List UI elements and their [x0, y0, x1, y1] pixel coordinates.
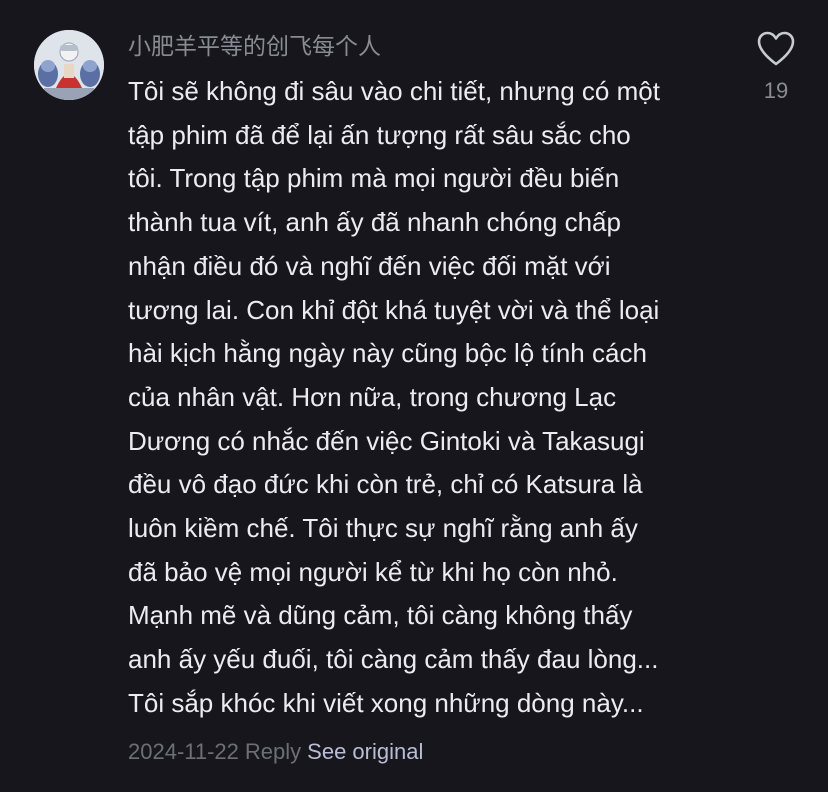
comment-footer: 2024-11-22 Reply See original — [128, 736, 423, 768]
username[interactable]: 小肥羊平等的创飞每个人 — [128, 30, 381, 62]
comment-line: hài kịch hằng ngày này cũng bộc lộ tính … — [128, 338, 647, 369]
comment-date: 2024-11-22 — [128, 739, 239, 764]
comment-line: nhận điều đó và nghĩ đến việc đối mặt vớ… — [128, 250, 611, 281]
comment-line: Mạnh mẽ và dũng cảm, tôi càng không thấy — [128, 600, 633, 631]
avatar[interactable] — [34, 30, 104, 100]
comment-line: Tôi sắp khóc khi viết xong những dòng nà… — [128, 687, 644, 718]
reply-button[interactable]: Reply — [245, 739, 301, 764]
comment-line: tập phim đã để lại ấn tượng rất sâu sắc … — [128, 119, 631, 150]
comment-line: Dương có nhắc đến việc Gintoki và Takasu… — [128, 425, 645, 456]
comment-line: luôn kiềm chế. Tôi thực sự nghĩ rằng anh… — [128, 513, 638, 544]
comment-line: thành tua vít, anh ấy đã nhanh chóng chấ… — [128, 207, 621, 238]
comment-line: tôi. Trong tập phim mà mọi người đều biế… — [128, 163, 620, 194]
comment-item: 小肥羊平等的创飞每个人 Tôi sẽ không đi sâu vào chi … — [0, 0, 828, 792]
comment-line: Tôi sẽ không đi sâu vào chi tiết, nhưng … — [128, 76, 660, 106]
comment-line: đã bảo vệ mọi người kể từ khi họ còn nhỏ… — [128, 556, 618, 587]
comment-line: anh ấy yếu đuối, tôi càng cảm thấy đau l… — [128, 644, 659, 675]
comment-line: đều vô đạo đức khi còn trẻ, chỉ có Katsu… — [128, 469, 643, 500]
comment-text: Tôi sẽ không đi sâu vào chi tiết, nhưng … — [128, 70, 738, 726]
see-original-button[interactable]: See original — [307, 739, 423, 764]
avatar-image — [34, 30, 104, 100]
comment-line: của nhân vật. Hơn nữa, trong chương Lạc — [128, 381, 617, 412]
heart-icon[interactable] — [756, 30, 796, 68]
comment-line: tương lai. Con khỉ đột khá tuyệt vời và … — [128, 294, 660, 325]
like-count: 19 — [763, 78, 789, 103]
